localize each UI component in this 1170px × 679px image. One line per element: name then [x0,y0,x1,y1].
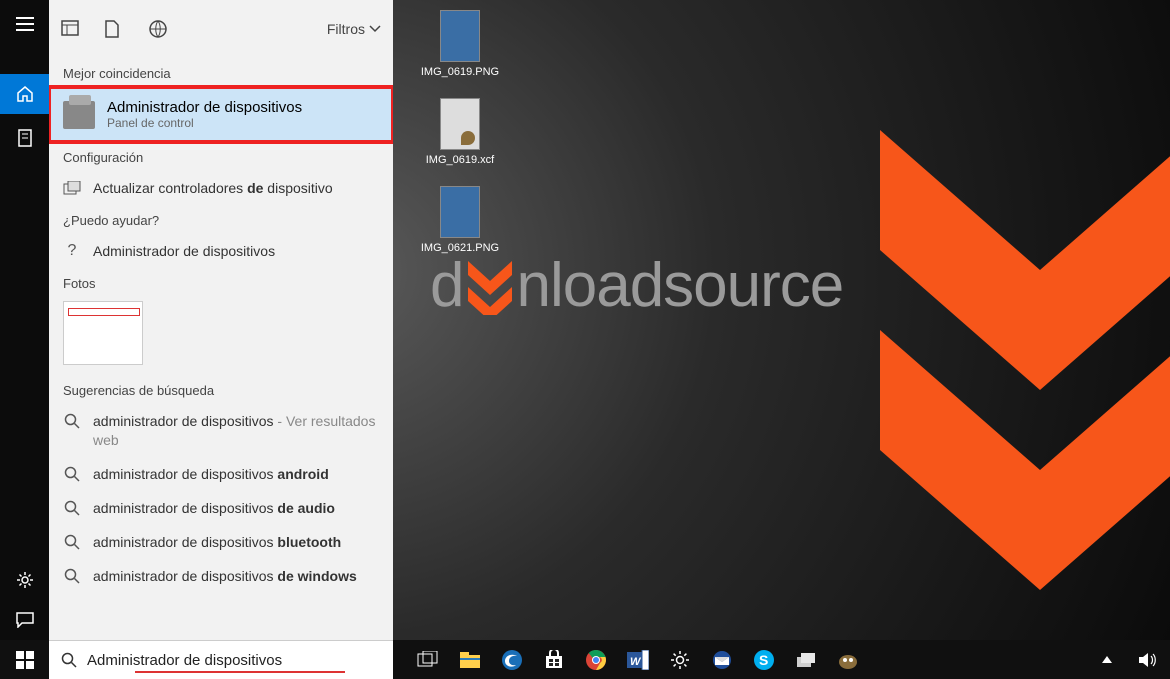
notebook-button[interactable] [0,118,49,158]
photo-result-thumb[interactable] [63,301,143,365]
best-match-result[interactable]: Administrador de dispositivos Panel de c… [49,87,393,142]
section-suggestions: Sugerencias de búsqueda [49,375,393,404]
suggestion-text: administrador de dispositivos de windows [93,567,357,585]
suggestion-text: administrador de dispositivos - Ver resu… [93,412,379,448]
suggestion-item[interactable]: administrador de dispositivos bluetooth [49,525,393,559]
desktop-file-icon[interactable]: IMG_0621.PNG [420,186,500,254]
device-manager-icon [63,101,95,129]
svg-text:S: S [759,652,768,668]
desktop: d nloadsource IMG_0619.PNG IMG_0619.xcf … [0,0,1170,679]
hamburger-menu-button[interactable] [0,4,49,44]
suggestion-item[interactable]: administrador de dispositivos de audio [49,491,393,525]
config-result-text: Actualizar controladores de dispositivo [93,179,333,197]
web-scope-icon[interactable] [149,20,167,38]
search-icon [63,412,81,430]
desktop-icons-area: IMG_0619.PNG IMG_0619.xcf IMG_0621.PNG [420,10,500,274]
suggestion-text: administrador de dispositivos bluetooth [93,533,341,551]
feedback-button[interactable] [0,600,49,640]
section-photos: Fotos [49,268,393,297]
section-best-match: Mejor coincidencia [49,58,393,87]
edge-taskbar[interactable] [495,643,529,677]
desktop-file-icon[interactable]: IMG_0619.xcf [420,98,500,166]
best-match-title: Administrador de dispositivos [107,99,302,116]
desktop-file-icon[interactable]: IMG_0619.PNG [420,10,500,78]
windows-logo-icon [16,651,34,669]
suggestion-text: administrador de dispositivos android [93,465,329,483]
search-icon [63,499,81,517]
search-icon [61,652,77,668]
gimp-taskbar[interactable] [831,643,865,677]
word-taskbar[interactable]: W [621,643,655,677]
search-results-panel: Filtros Mejor coincidencia Administrador… [49,0,393,640]
filters-dropdown[interactable]: Filtros [327,21,381,37]
skype-taskbar[interactable]: S [747,643,781,677]
search-input-row[interactable] [49,640,393,679]
task-view-button[interactable] [411,643,445,677]
search-icon [63,567,81,585]
brand-chevrons [880,130,1170,610]
suggestion-text: administrador de dispositivos de audio [93,499,335,517]
cortana-left-rail [0,0,49,640]
home-button[interactable] [0,74,49,114]
suggestion-item[interactable]: administrador de dispositivos - Ver resu… [49,404,393,456]
desktop-file-label: IMG_0619.PNG [420,66,500,78]
app-taskbar-1[interactable] [789,643,823,677]
annotation-underline [135,671,345,673]
chrome-taskbar[interactable] [579,643,613,677]
filters-label: Filtros [327,21,365,37]
section-help: ¿Puedo ayudar? [49,205,393,234]
chevron-down-icon [369,25,381,33]
settings-result-icon [63,179,81,197]
thunderbird-taskbar[interactable] [705,643,739,677]
desktop-file-label: IMG_0621.PNG [420,242,500,254]
desktop-file-label: IMG_0619.xcf [420,154,500,166]
suggestion-item[interactable]: administrador de dispositivos de windows [49,559,393,593]
tray-expand-button[interactable] [1090,643,1124,677]
settings-taskbar[interactable] [663,643,697,677]
image-thumb-icon [440,10,480,62]
search-icon [63,465,81,483]
search-icon [63,533,81,551]
svg-text:W: W [630,656,642,668]
suggestion-item[interactable]: administrador de dispositivos android [49,457,393,491]
help-result-text: Administrador de dispositivos [93,242,275,260]
store-taskbar[interactable] [537,643,571,677]
documents-scope-icon[interactable] [105,20,123,38]
image-thumb-icon [440,186,480,238]
settings-button[interactable] [0,560,49,600]
chevron-up-icon [1102,656,1112,663]
start-button[interactable] [0,640,49,679]
section-configuration: Configuración [49,142,393,171]
config-result-item[interactable]: Actualizar controladores de dispositivo [49,171,393,205]
xcf-thumb-icon [440,98,480,150]
search-panel-top: Filtros [49,0,393,58]
help-icon: ? [63,242,81,260]
help-result-item[interactable]: ? Administrador de dispositivos [49,234,393,268]
apps-scope-icon[interactable] [61,20,79,38]
best-match-subtitle: Panel de control [107,116,302,130]
watermark-rest: nloadsource [516,250,843,321]
file-explorer-taskbar[interactable] [453,643,487,677]
search-input[interactable] [87,652,367,669]
volume-button[interactable] [1130,643,1164,677]
